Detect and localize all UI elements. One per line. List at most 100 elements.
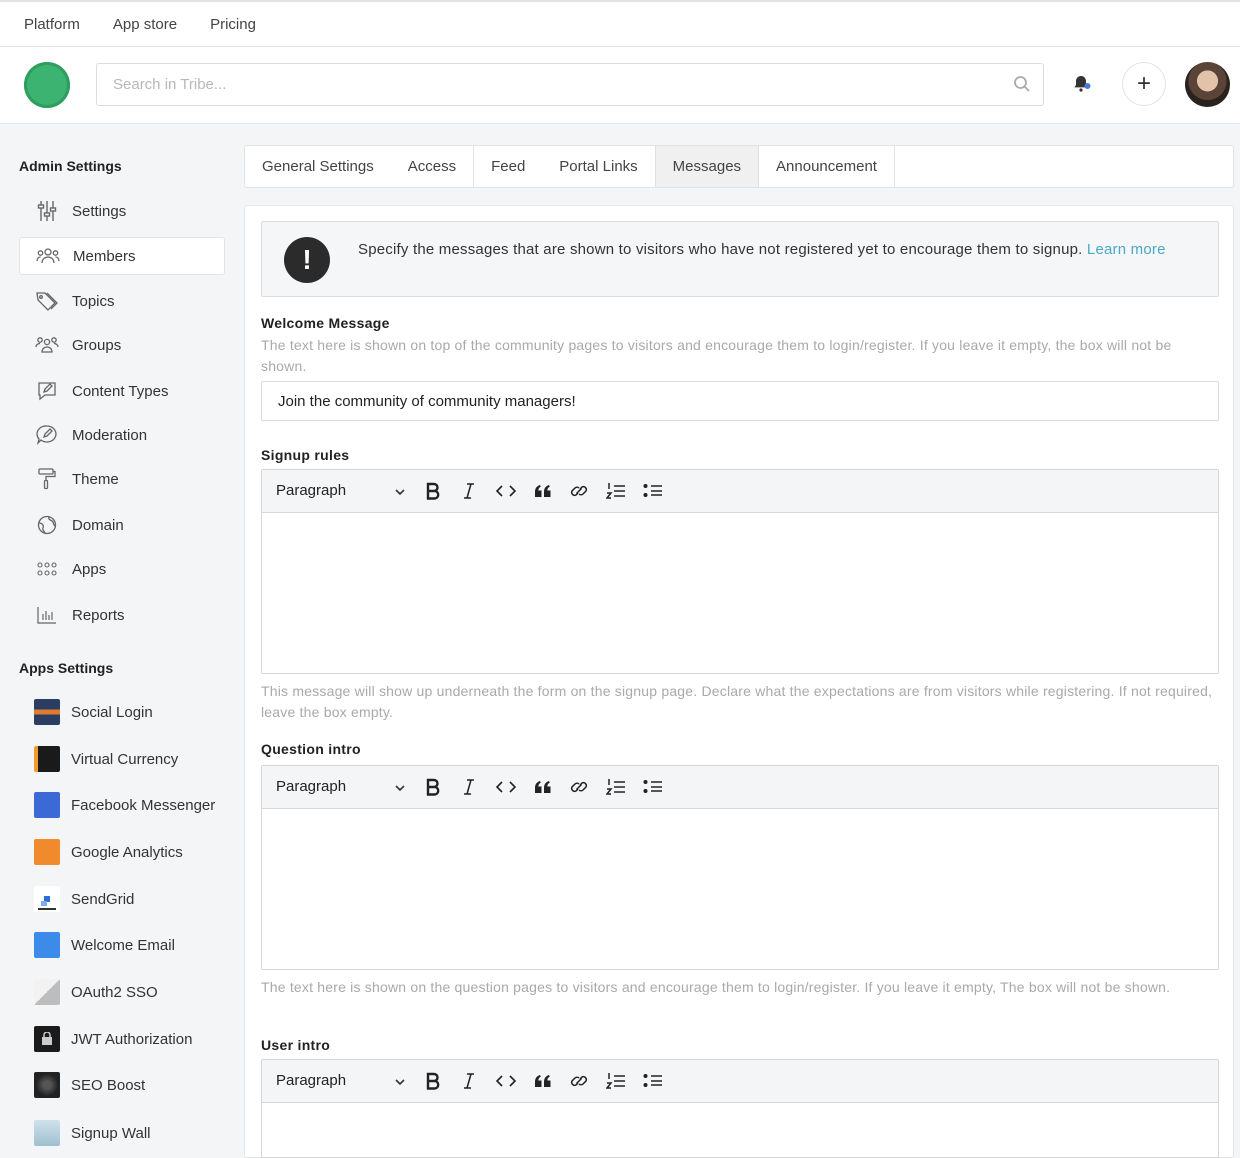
user-intro-editor: Paragraph — [261, 1059, 1219, 1158]
sidebar-item-content-types[interactable]: Content Types — [19, 372, 225, 410]
signup-rules-help: This message will show up underneath the… — [261, 683, 1213, 720]
tab-general-settings[interactable]: General Settings — [245, 146, 391, 187]
edit-icon — [34, 380, 60, 402]
top-nav: Platform App store Pricing — [0, 0, 1240, 47]
moderation-icon — [34, 424, 60, 446]
format-label: Paragraph — [276, 482, 347, 499]
sidebar-item-label: Domain — [72, 516, 124, 534]
search-input[interactable] — [97, 64, 977, 105]
paragraph-format-select[interactable]: Paragraph — [276, 778, 406, 796]
nav-app-store[interactable]: App store — [113, 16, 177, 33]
sidebar-item-topics[interactable]: Topics — [19, 282, 225, 320]
app-item-google-analytics[interactable]: Google Analytics — [34, 837, 183, 867]
bold-icon[interactable] — [422, 480, 444, 502]
app-item-seo-boost[interactable]: SEO Boost — [34, 1070, 145, 1100]
app-item-label: Google Analytics — [71, 843, 183, 861]
user-intro-text-area[interactable] — [262, 1103, 1218, 1157]
code-icon[interactable] — [495, 480, 517, 502]
editor-toolbar: Paragraph — [262, 1060, 1218, 1103]
bold-icon[interactable] — [422, 776, 444, 798]
welcome-message-input[interactable]: Join the community of community managers… — [261, 381, 1219, 421]
welcome-message-help: The text here is shown on top of the com… — [261, 337, 1172, 374]
sidebar-item-moderation[interactable]: Moderation — [19, 416, 225, 454]
sidebar-item-label: Settings — [72, 202, 127, 220]
tab-access[interactable]: Access — [391, 146, 473, 187]
tab-feed[interactable]: Feed — [473, 146, 542, 187]
notification-bell-icon[interactable] — [1072, 74, 1092, 94]
editor-toolbar: Paragraph — [262, 470, 1218, 513]
sidebar-item-reports[interactable]: Reports — [19, 596, 225, 634]
code-icon[interactable] — [495, 776, 517, 798]
tab-announcement[interactable]: Announcement — [759, 146, 895, 187]
nav-platform[interactable]: Platform — [24, 16, 80, 33]
user-avatar[interactable] — [1185, 62, 1230, 107]
facebook-messenger-app-icon — [34, 792, 60, 818]
quote-icon[interactable] — [532, 480, 554, 502]
app-item-label: OAuth2 SSO — [71, 983, 158, 1001]
alert-message: Specify the messages that are shown to v… — [358, 241, 1083, 258]
app-item-facebook-messenger[interactable]: Facebook Messenger — [34, 790, 215, 820]
sidebar-item-apps[interactable]: Apps — [19, 550, 225, 588]
ordered-list-icon[interactable] — [605, 1070, 627, 1092]
bullet-list-icon[interactable] — [642, 1070, 664, 1092]
quote-icon[interactable] — [532, 1070, 554, 1092]
link-icon[interactable] — [568, 480, 590, 502]
google-analytics-app-icon — [34, 839, 60, 865]
sidebar-item-domain[interactable]: Domain — [19, 506, 225, 544]
members-icon — [35, 245, 61, 267]
tag-icon — [34, 290, 60, 312]
user-intro-label: User intro — [261, 1037, 331, 1053]
question-intro-text-area[interactable] — [262, 809, 1218, 969]
sidebar-item-groups[interactable]: Groups — [19, 326, 225, 364]
sliders-icon — [34, 200, 60, 222]
app-item-virtual-currency[interactable]: Virtual Currency — [34, 744, 178, 774]
info-alert: ! Specify the messages that are shown to… — [261, 221, 1219, 297]
nav-pricing[interactable]: Pricing — [210, 16, 256, 33]
italic-icon[interactable] — [458, 480, 480, 502]
sidebar-item-label: Content Types — [72, 382, 169, 400]
signup-rules-editor: Paragraph — [261, 469, 1219, 674]
app-item-welcome-email[interactable]: Welcome Email — [34, 930, 175, 960]
italic-icon[interactable] — [458, 776, 480, 798]
paragraph-format-select[interactable]: Paragraph — [276, 482, 406, 500]
link-icon[interactable] — [568, 776, 590, 798]
sidebar-item-settings[interactable]: Settings — [19, 192, 225, 230]
search-icon[interactable] — [1013, 75, 1031, 93]
signup-rules-text-area[interactable] — [262, 513, 1218, 673]
app-item-signup-wall[interactable]: Signup Wall — [34, 1118, 150, 1148]
learn-more-link[interactable]: Learn more — [1087, 241, 1166, 258]
app-item-oauth2-sso[interactable]: OAuth2 SSO — [34, 977, 158, 1007]
app-item-sendgrid[interactable]: SendGrid — [34, 884, 134, 914]
plus-icon: + — [1136, 70, 1151, 97]
settings-tabs: General Settings Access Feed Portal Link… — [244, 145, 1234, 188]
italic-icon[interactable] — [458, 1070, 480, 1092]
bullet-list-icon[interactable] — [642, 480, 664, 502]
sidebar-item-theme[interactable]: Theme — [19, 460, 225, 498]
bullet-list-icon[interactable] — [642, 776, 664, 798]
quote-icon[interactable] — [532, 776, 554, 798]
tab-messages[interactable]: Messages — [654, 146, 760, 187]
app-item-label: JWT Authorization — [71, 1030, 193, 1048]
welcome-email-app-icon — [34, 932, 60, 958]
groups-icon — [34, 334, 60, 356]
paint-roller-icon — [34, 468, 60, 490]
globe-icon — [34, 514, 60, 536]
exclamation-icon: ! — [284, 237, 330, 283]
alert-text: Specify the messages that are shown to v… — [358, 239, 1204, 260]
link-icon[interactable] — [568, 1070, 590, 1092]
tab-portal-links[interactable]: Portal Links — [542, 146, 654, 187]
ordered-list-icon[interactable] — [605, 776, 627, 798]
format-label: Paragraph — [276, 1072, 347, 1089]
sidebar-item-members[interactable]: Members — [19, 237, 225, 275]
community-logo[interactable] — [24, 62, 70, 108]
paragraph-format-select[interactable]: Paragraph — [276, 1072, 406, 1090]
create-button[interactable]: + — [1122, 62, 1166, 106]
ordered-list-icon[interactable] — [605, 480, 627, 502]
app-item-jwt-authorization[interactable]: JWT Authorization — [34, 1024, 192, 1054]
app-item-label: SEO Boost — [71, 1076, 146, 1094]
signup-wall-app-icon — [34, 1120, 60, 1146]
app-item-social-login[interactable]: Social Login — [34, 697, 153, 727]
code-icon[interactable] — [495, 1070, 517, 1092]
apps-settings-heading: Apps Settings — [19, 660, 114, 676]
bold-icon[interactable] — [422, 1070, 444, 1092]
